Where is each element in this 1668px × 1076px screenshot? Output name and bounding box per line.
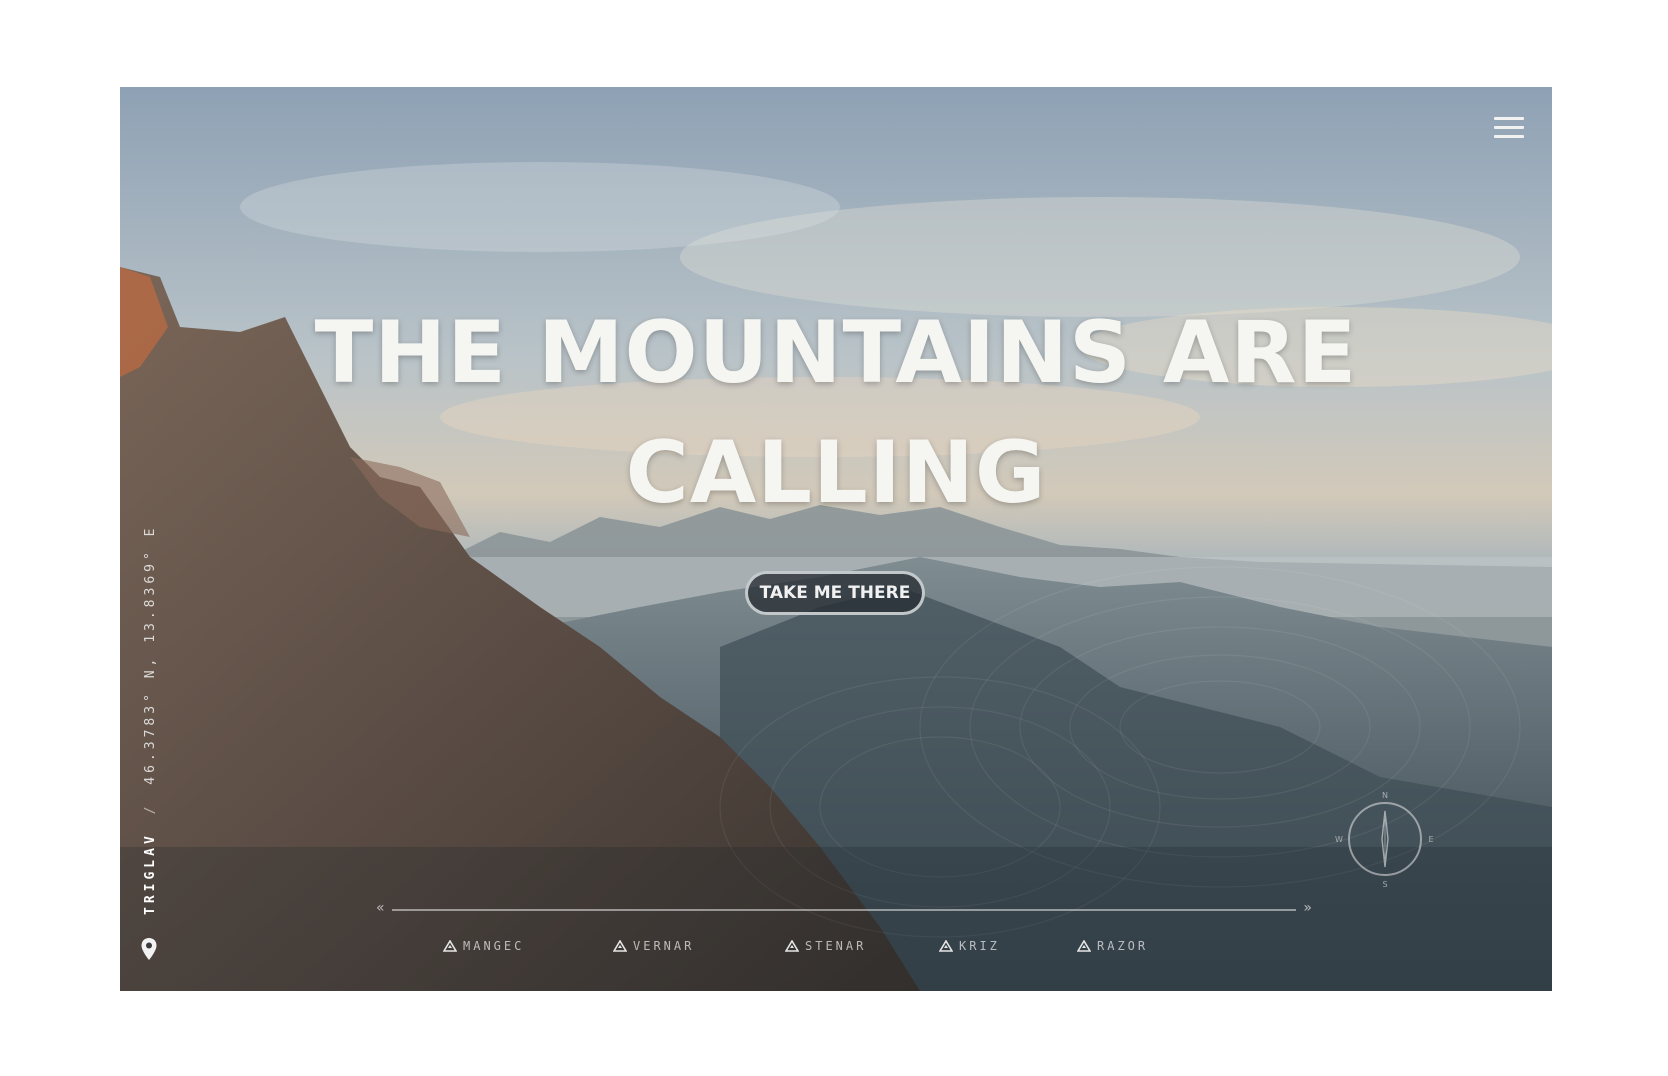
mountain-icon: [443, 940, 457, 952]
timeline-right-arrow-icon[interactable]: »: [1303, 900, 1312, 916]
menu-line: [1494, 126, 1524, 129]
menu-line: [1494, 117, 1524, 120]
compass-north-label: N: [1382, 791, 1388, 800]
timeline-left-arrow-icon[interactable]: «: [376, 900, 385, 916]
headline-line-1: THE MOUNTAINS ARE: [314, 303, 1358, 403]
peak-list: MANGEC VERNAR STENAR KRIZ RAZOR: [120, 939, 1552, 963]
location-coordinates: 46.3783° N, 13.8369° E: [143, 524, 158, 785]
hero-section: THE MOUNTAINS ARE CALLING TAKE ME THERE …: [120, 87, 1552, 991]
peak-item-razor[interactable]: RAZOR: [1077, 939, 1148, 953]
take-me-there-button[interactable]: TAKE ME THERE: [745, 571, 925, 615]
headline-line-2: CALLING: [625, 423, 1047, 523]
menu-line: [1494, 135, 1524, 138]
peak-item-kriz[interactable]: KRIZ: [939, 939, 1000, 953]
peak-timeline[interactable]: « »: [376, 900, 1312, 918]
location-text: TRIGLAV / 46.3783° N, 13.8369° E: [143, 525, 158, 915]
peak-label: RAZOR: [1097, 939, 1149, 953]
peak-label: MANGEC: [463, 939, 525, 953]
mountain-icon: [785, 940, 799, 952]
peak-label: STENAR: [805, 939, 867, 953]
location-separator: /: [143, 802, 158, 815]
compass-west-label: W: [1335, 835, 1343, 844]
peak-item-stenar[interactable]: STENAR: [785, 939, 866, 953]
timeline-track: [392, 909, 1296, 911]
peak-label: KRIZ: [959, 939, 1000, 953]
location-place: TRIGLAV: [143, 832, 158, 915]
compass-east-label: E: [1428, 835, 1433, 844]
hero-headline: THE MOUNTAINS ARE CALLING: [120, 293, 1552, 533]
mountain-icon: [1077, 940, 1091, 952]
mountain-icon: [613, 940, 627, 952]
compass-south-label: S: [1382, 880, 1387, 889]
peak-item-mangec[interactable]: MANGEC: [443, 939, 524, 953]
peak-label: VERNAR: [633, 939, 695, 953]
mountain-icon: [939, 940, 953, 952]
peak-item-vernar[interactable]: VERNAR: [613, 939, 694, 953]
hamburger-menu-icon[interactable]: [1494, 117, 1524, 143]
compass-icon: N S E W: [1335, 791, 1433, 889]
